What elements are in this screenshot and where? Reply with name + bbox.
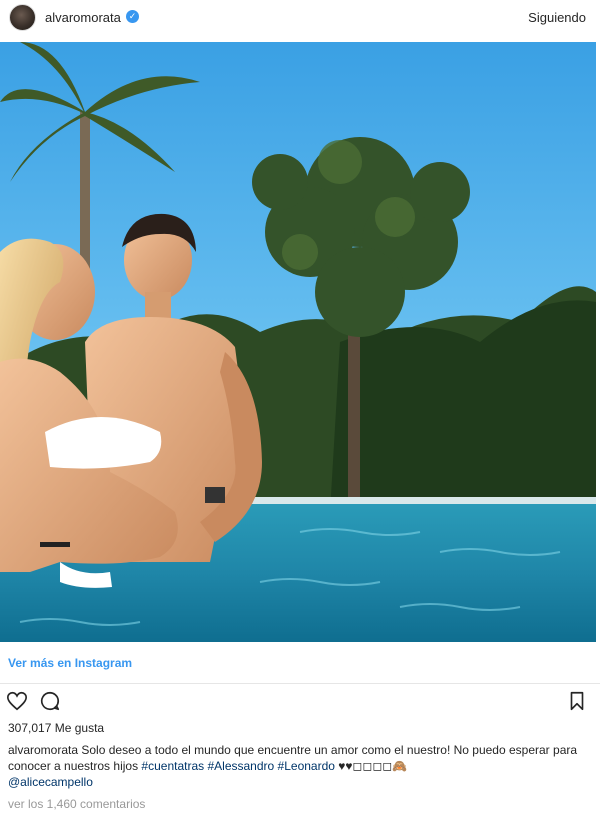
avatar[interactable] bbox=[9, 4, 36, 31]
heart-icon[interactable] bbox=[6, 690, 28, 712]
comment-icon[interactable] bbox=[39, 690, 61, 712]
post-caption: alvaromorata Solo deseo a todo el mundo … bbox=[8, 742, 588, 790]
instagram-embed-card: alvaromorata ✓ Siguiendo Ver más en Inst… bbox=[0, 0, 600, 822]
mention-link[interactable]: @alicecampello bbox=[8, 774, 588, 790]
caption-username[interactable]: alvaromorata bbox=[8, 743, 78, 757]
view-more-link[interactable]: Ver más en Instagram bbox=[8, 656, 132, 670]
bookmark-icon[interactable] bbox=[566, 690, 588, 712]
likes-count[interactable]: 307,017 Me gusta bbox=[8, 721, 104, 735]
action-bar bbox=[0, 690, 600, 716]
username[interactable]: alvaromorata bbox=[45, 10, 121, 25]
follow-status-button[interactable]: Siguiendo bbox=[528, 10, 586, 25]
hashtag-link[interactable]: #Alessandro bbox=[207, 759, 274, 773]
view-comments-link[interactable]: ver los 1,460 comentarios bbox=[8, 797, 145, 811]
hashtag-link[interactable]: #Leonardo bbox=[278, 759, 335, 773]
post-photo[interactable] bbox=[0, 42, 596, 642]
verified-badge-icon: ✓ bbox=[126, 10, 139, 23]
hashtag-link[interactable]: #cuentatras bbox=[141, 759, 204, 773]
post-header: alvaromorata ✓ Siguiendo bbox=[0, 0, 600, 38]
caption-emoji: ♥♥◻◻◻◻🙈 bbox=[338, 759, 408, 773]
view-more-section: Ver más en Instagram bbox=[0, 642, 600, 684]
